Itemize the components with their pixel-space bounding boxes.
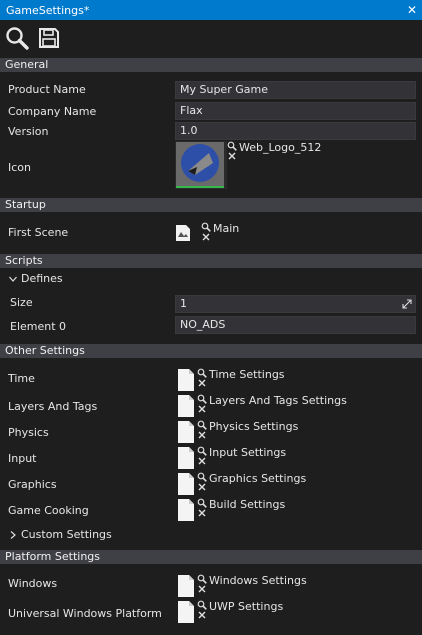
search-icon[interactable] <box>197 394 207 404</box>
clear-icon[interactable] <box>197 610 207 620</box>
resize-icon[interactable] <box>402 299 412 309</box>
clear-icon[interactable] <box>197 584 207 594</box>
toolbar <box>0 20 422 56</box>
physics-settings-name: Physics Settings <box>209 420 299 433</box>
asset-thumbnail <box>175 141 227 189</box>
layers-and-tags-settings-name: Layers And Tags Settings <box>209 394 347 407</box>
search-icon[interactable] <box>197 600 207 610</box>
search-icon[interactable] <box>227 141 237 151</box>
search-icon[interactable] <box>197 472 207 482</box>
size-field[interactable]: 1 <box>175 295 416 313</box>
graphics-label: Graphics <box>8 478 57 491</box>
search-icon[interactable] <box>197 574 207 584</box>
chevron-right-icon <box>8 530 18 540</box>
document-icon <box>178 601 194 623</box>
size-label: Size <box>10 296 33 309</box>
physics-settings-picker[interactable]: Physics Settings <box>175 420 298 444</box>
first-scene-picker[interactable]: Main <box>175 222 239 242</box>
window-titlebar: GameSettings* ✕ <box>0 0 422 20</box>
windows-label: Windows <box>8 577 58 590</box>
product-name-label: Product Name <box>8 83 86 96</box>
build-settings-picker[interactable]: Build Settings <box>175 498 285 522</box>
group-header-scripts[interactable]: Scripts <box>0 254 422 268</box>
element0-field[interactable]: NO_ADS <box>175 316 416 334</box>
uwp-settings-picker[interactable]: UWP Settings <box>175 600 283 624</box>
custom-settings-label: Custom Settings <box>21 528 112 541</box>
document-icon <box>178 369 194 391</box>
company-name-field[interactable]: Flax <box>175 102 416 120</box>
document-icon <box>178 421 194 443</box>
icon-label: Icon <box>8 161 31 174</box>
game-cooking-label: Game Cooking <box>8 504 89 517</box>
window-title: GameSettings* <box>6 3 90 17</box>
group-header-platform-settings[interactable]: Platform Settings <box>0 550 422 564</box>
version-label: Version <box>8 125 49 138</box>
custom-settings-expander[interactable]: Custom Settings <box>8 528 112 541</box>
time-label: Time <box>8 372 35 385</box>
save-button[interactable] <box>36 25 62 51</box>
search-button[interactable] <box>4 25 30 51</box>
version-field[interactable]: 1.0 <box>175 122 416 140</box>
chevron-down-icon <box>8 274 18 284</box>
first-scene-label: First Scene <box>8 226 69 239</box>
icon-asset-picker[interactable]: Web_Logo_512 <box>175 141 321 189</box>
first-scene-name: Main <box>213 222 240 235</box>
document-icon <box>178 499 194 521</box>
search-icon[interactable] <box>201 222 211 232</box>
layers-and-tags-label: Layers And Tags <box>8 400 98 413</box>
time-settings-picker[interactable]: Time Settings <box>175 368 285 392</box>
search-icon[interactable] <box>197 420 207 430</box>
scene-icon <box>176 225 190 241</box>
defines-expander[interactable]: Defines <box>8 272 63 285</box>
defines-label: Defines <box>21 272 63 285</box>
group-header-other-settings[interactable]: Other Settings <box>0 344 422 358</box>
graphics-settings-picker[interactable]: Graphics Settings <box>175 472 306 496</box>
clear-icon[interactable] <box>197 404 207 414</box>
search-icon[interactable] <box>197 446 207 456</box>
search-icon[interactable] <box>197 368 207 378</box>
input-settings-name: Input Settings <box>209 446 287 459</box>
clear-icon[interactable] <box>197 430 207 440</box>
clear-icon[interactable] <box>197 378 207 388</box>
clear-icon[interactable] <box>227 151 237 161</box>
layers-and-tags-settings-picker[interactable]: Layers And Tags Settings <box>175 394 347 418</box>
icon-asset-name: Web_Logo_512 <box>239 141 322 154</box>
save-icon <box>39 28 59 48</box>
size-value: 1 <box>180 297 187 310</box>
document-icon <box>178 575 194 597</box>
element0-label: Element 0 <box>10 320 67 333</box>
search-icon[interactable] <box>197 498 207 508</box>
graphics-settings-name: Graphics Settings <box>209 472 307 485</box>
search-icon <box>6 27 29 50</box>
document-icon <box>178 395 194 417</box>
group-header-startup[interactable]: Startup <box>0 198 422 212</box>
build-settings-name: Build Settings <box>209 498 286 511</box>
clear-icon[interactable] <box>197 482 207 492</box>
clear-icon[interactable] <box>197 456 207 466</box>
input-label: Input <box>8 452 37 465</box>
uwp-settings-name: UWP Settings <box>209 600 284 613</box>
close-icon[interactable]: ✕ <box>402 0 422 20</box>
windows-settings-picker[interactable]: Windows Settings <box>175 574 307 598</box>
document-icon <box>178 447 194 469</box>
document-icon <box>178 473 194 495</box>
physics-label: Physics <box>8 426 49 439</box>
input-settings-picker[interactable]: Input Settings <box>175 446 286 470</box>
properties-panel: General Product Name My Super Game Compa… <box>0 56 422 635</box>
group-header-general[interactable]: General <box>0 58 422 72</box>
clear-icon[interactable] <box>197 508 207 518</box>
clear-icon[interactable] <box>201 232 211 242</box>
product-name-field[interactable]: My Super Game <box>175 81 416 99</box>
uwp-label: Universal Windows Platform <box>8 607 162 620</box>
windows-settings-name: Windows Settings <box>209 574 307 587</box>
time-settings-name: Time Settings <box>209 368 285 381</box>
company-name-label: Company Name <box>8 105 97 118</box>
